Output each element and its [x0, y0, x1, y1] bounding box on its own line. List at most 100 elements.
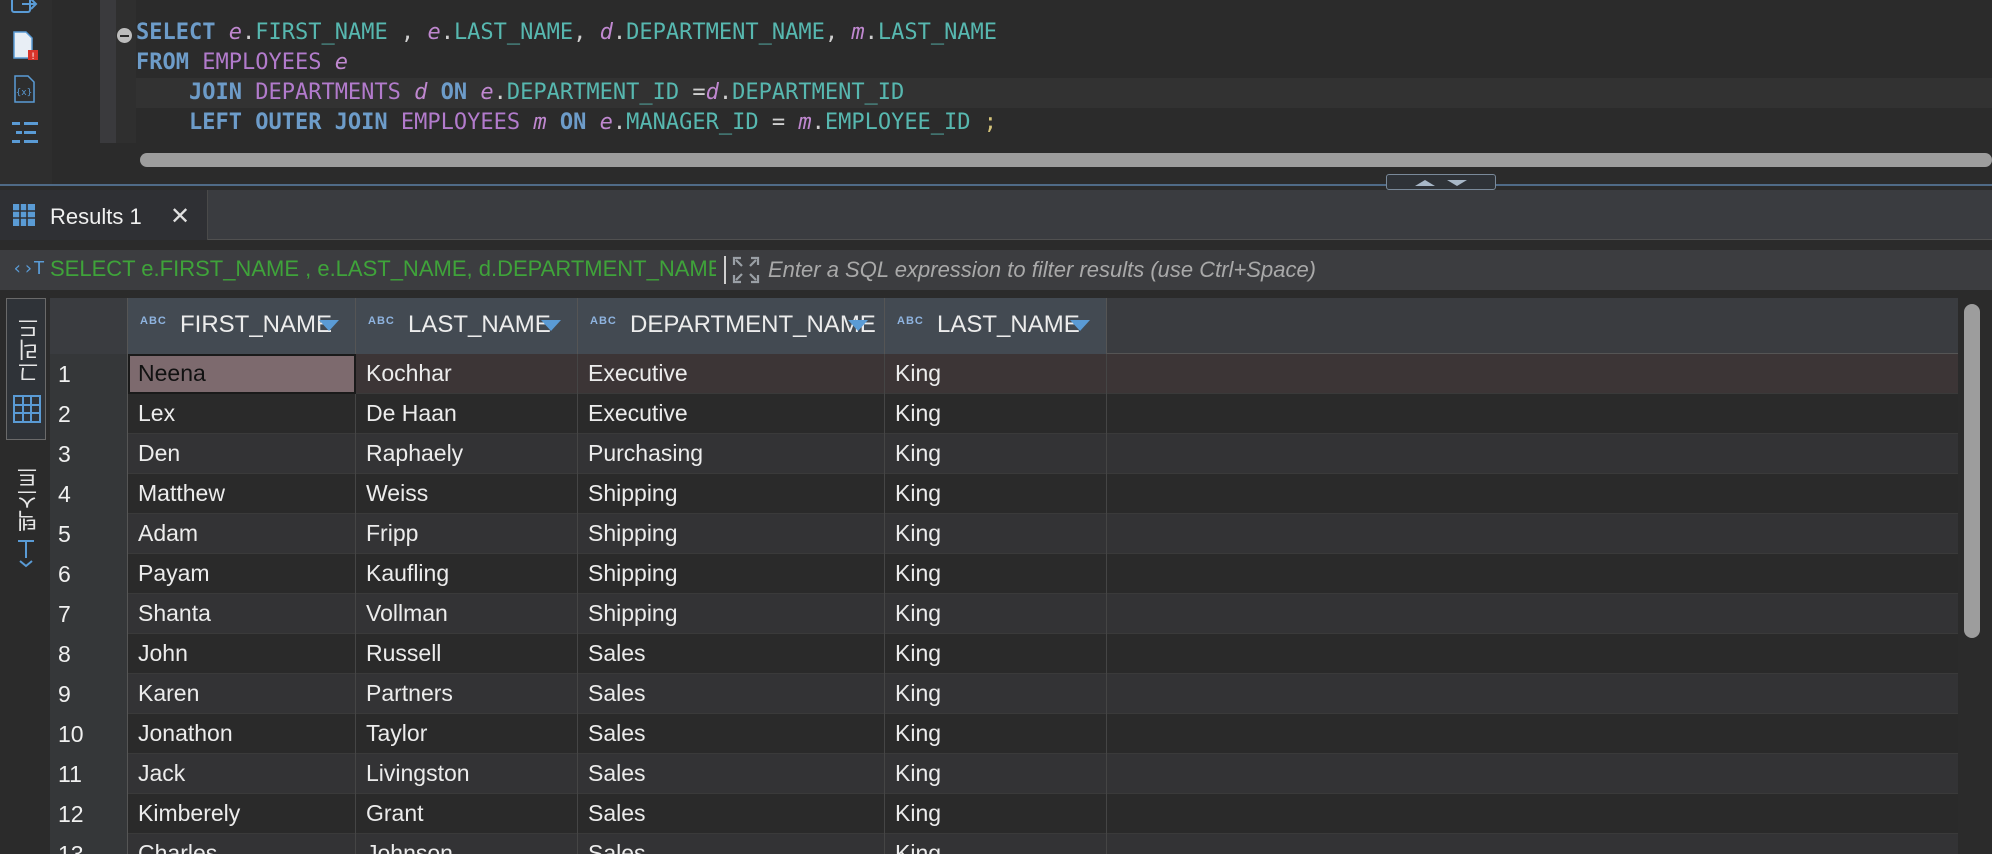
table-cell[interactable]: Charles	[128, 834, 356, 854]
table-cell[interactable]: Weiss	[356, 474, 578, 514]
code-line[interactable]: LEFT OUTER JOIN EMPLOYEES m ON e.MANAGER…	[136, 108, 1992, 138]
row-number[interactable]: 1	[50, 354, 128, 394]
sort-dropdown-icon[interactable]	[319, 320, 339, 331]
table-cell[interactable]: King	[885, 634, 1107, 674]
table-row[interactable]: 7 Shanta Vollman Shipping King	[50, 594, 1958, 634]
row-number[interactable]: 13	[50, 834, 128, 854]
table-cell[interactable]: Karen	[128, 674, 356, 714]
table-cell[interactable]: Raphaely	[356, 434, 578, 474]
fold-collapse-icon[interactable]	[117, 28, 132, 43]
grid-corner-cell[interactable]	[50, 298, 128, 354]
table-cell[interactable]: Sales	[578, 714, 885, 754]
results-grid[interactable]: ABC FIRST_NAME ABC LAST_NAME ABC DEPARTMENT_N…	[50, 298, 1958, 854]
row-number[interactable]: 5	[50, 514, 128, 554]
column-header[interactable]: ABC FIRST_NAME	[128, 298, 356, 354]
table-cell[interactable]: King	[885, 794, 1107, 834]
outline-icon[interactable]	[10, 118, 40, 148]
table-row[interactable]: 8 John Russell Sales King	[50, 634, 1958, 674]
row-number[interactable]: 4	[50, 474, 128, 514]
table-cell[interactable]: King	[885, 554, 1107, 594]
table-cell[interactable]: Taylor	[356, 714, 578, 754]
filter-input[interactable]	[768, 254, 1968, 286]
table-cell[interactable]: Purchasing	[578, 434, 885, 474]
grid-vscroll-thumb[interactable]	[1964, 304, 1980, 638]
table-cell[interactable]: John	[128, 634, 356, 674]
column-header[interactable]: ABC LAST_NAME	[356, 298, 578, 354]
grid-view-toggle[interactable]: 그리드	[6, 298, 46, 440]
table-cell[interactable]: King	[885, 394, 1107, 434]
table-cell[interactable]: Vollman	[356, 594, 578, 634]
table-cell[interactable]: King	[885, 434, 1107, 474]
table-cell[interactable]: Kimberely	[128, 794, 356, 834]
row-number[interactable]: 11	[50, 754, 128, 794]
table-cell[interactable]: Payam	[128, 554, 356, 594]
column-header[interactable]: ABC DEPARTMENT_NAME	[578, 298, 885, 354]
table-row[interactable]: 11 Jack Livingston Sales King	[50, 754, 1958, 794]
table-cell[interactable]: Kaufling	[356, 554, 578, 594]
table-cell[interactable]: De Haan	[356, 394, 578, 434]
sort-dropdown-icon[interactable]	[848, 320, 868, 331]
expand-icon[interactable]	[732, 256, 760, 288]
table-cell[interactable]: Sales	[578, 834, 885, 854]
table-cell[interactable]: Shipping	[578, 514, 885, 554]
code-line[interactable]: SELECT e.FIRST_NAME , e.LAST_NAME, d.DEP…	[136, 18, 1992, 48]
export-icon[interactable]	[10, 0, 40, 24]
table-cell[interactable]: Grant	[356, 794, 578, 834]
code-line[interactable]: JOIN DEPARTMENTS d ON e.DEPARTMENT_ID =d…	[136, 78, 1992, 108]
table-cell[interactable]: Partners	[356, 674, 578, 714]
table-cell[interactable]: Shipping	[578, 474, 885, 514]
row-number[interactable]: 7	[50, 594, 128, 634]
tab-results-1[interactable]: Results 1 ✕	[0, 190, 208, 240]
table-cell[interactable]: Matthew	[128, 474, 356, 514]
table-cell[interactable]: King	[885, 474, 1107, 514]
column-header[interactable]: ABC LAST_NAME	[885, 298, 1107, 354]
table-row[interactable]: 10 Jonathon Taylor Sales King	[50, 714, 1958, 754]
table-cell[interactable]: King	[885, 714, 1107, 754]
table-row[interactable]: 1 Neena Kochhar Executive King	[50, 354, 1958, 394]
table-cell[interactable]: Jonathon	[128, 714, 356, 754]
table-row[interactable]: 2 Lex De Haan Executive King	[50, 394, 1958, 434]
table-cell[interactable]: Den	[128, 434, 356, 474]
row-number[interactable]: 2	[50, 394, 128, 434]
table-row[interactable]: 4 Matthew Weiss Shipping King	[50, 474, 1958, 514]
table-row[interactable]: 6 Payam Kaufling Shipping King	[50, 554, 1958, 594]
table-cell[interactable]: Livingston	[356, 754, 578, 794]
table-cell[interactable]: Shipping	[578, 594, 885, 634]
sql-code[interactable]: SELECT e.FIRST_NAME , e.LAST_NAME, d.DEP…	[136, 18, 1992, 138]
table-cell[interactable]: King	[885, 514, 1107, 554]
code-line[interactable]: FROM EMPLOYEES e	[136, 48, 1992, 78]
table-cell[interactable]: King	[885, 834, 1107, 854]
table-cell[interactable]: Neena	[128, 354, 356, 394]
table-cell[interactable]: Russell	[356, 634, 578, 674]
table-cell[interactable]: Jack	[128, 754, 356, 794]
table-cell[interactable]: Executive	[578, 394, 885, 434]
table-cell[interactable]: Fripp	[356, 514, 578, 554]
row-number[interactable]: 8	[50, 634, 128, 674]
row-number[interactable]: 3	[50, 434, 128, 474]
table-cell[interactable]: Sales	[578, 794, 885, 834]
row-number[interactable]: 10	[50, 714, 128, 754]
table-row[interactable]: 5 Adam Fripp Shipping King	[50, 514, 1958, 554]
table-cell[interactable]: Sales	[578, 634, 885, 674]
table-row[interactable]: 9 Karen Partners Sales King	[50, 674, 1958, 714]
table-row[interactable]: 3 Den Raphaely Purchasing King	[50, 434, 1958, 474]
close-tab-icon[interactable]: ✕	[170, 202, 190, 230]
sort-dropdown-icon[interactable]	[1070, 320, 1090, 331]
row-number[interactable]: 9	[50, 674, 128, 714]
table-row[interactable]: 13 Charles Johnson Sales King	[50, 834, 1958, 854]
table-cell[interactable]: King	[885, 354, 1107, 394]
row-number[interactable]: 12	[50, 794, 128, 834]
table-cell[interactable]: King	[885, 594, 1107, 634]
table-cell[interactable]: Executive	[578, 354, 885, 394]
table-cell[interactable]: Kochhar	[356, 354, 578, 394]
table-cell[interactable]: Sales	[578, 754, 885, 794]
table-cell[interactable]: Johnson	[356, 834, 578, 854]
sql-editor[interactable]: ! {x} SELECT e.FIRST_NAME , e.LAST_NAME,…	[0, 0, 1992, 190]
row-number[interactable]: 6	[50, 554, 128, 594]
table-cell[interactable]: King	[885, 754, 1107, 794]
panel-split-handle[interactable]	[1386, 174, 1496, 190]
table-cell[interactable]: Shipping	[578, 554, 885, 594]
table-cell[interactable]: Adam	[128, 514, 356, 554]
table-cell[interactable]: King	[885, 674, 1107, 714]
variables-icon[interactable]: {x}	[10, 74, 40, 104]
